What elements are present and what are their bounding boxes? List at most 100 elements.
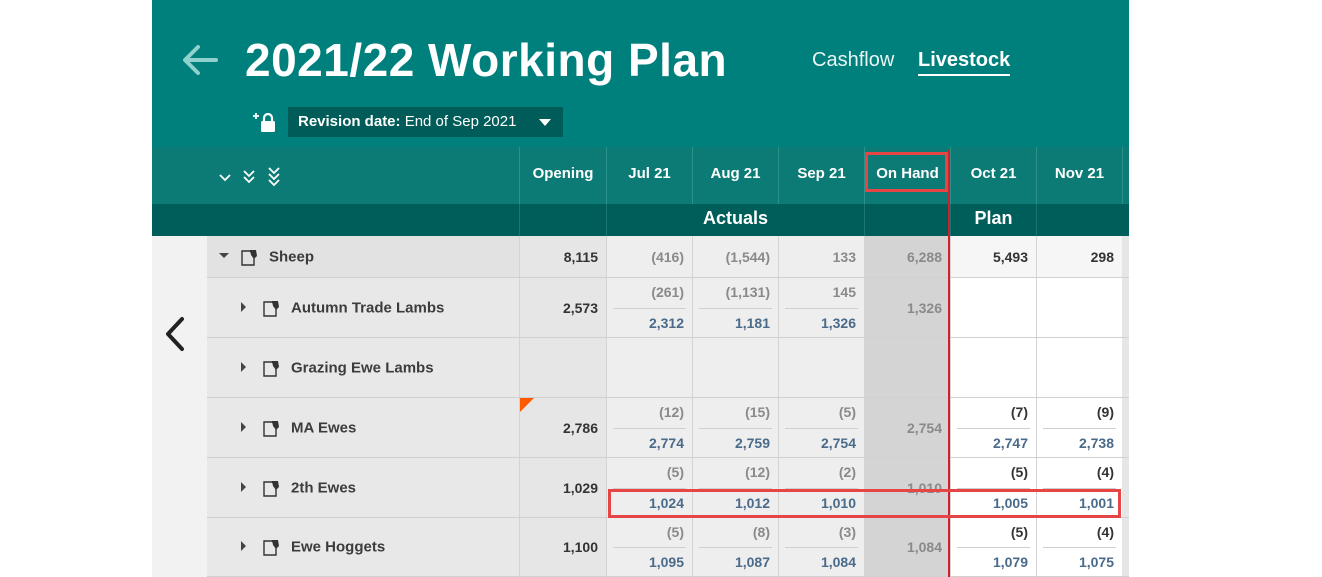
left-gutter xyxy=(152,236,207,577)
cell-divider xyxy=(957,427,1030,429)
triple-chevron-down-icon xyxy=(268,167,280,187)
cell-value: 2,573 xyxy=(562,299,598,316)
cell-oct[interactable]: 5,493 xyxy=(950,236,1036,277)
double-chevron-down-icon xyxy=(243,170,255,184)
add-lock-icon[interactable] xyxy=(250,110,280,134)
collapsed-caret-icon[interactable] xyxy=(241,481,246,492)
cell-change-value: (8) xyxy=(752,524,770,540)
nav-livestock[interactable]: Livestock xyxy=(918,49,1011,76)
table-row[interactable]: Autumn Trade Lambs 2,573 (261) 2,312 (1,131)… xyxy=(207,278,1129,338)
row-label: Sheep xyxy=(269,248,315,265)
cell-nov[interactable] xyxy=(1036,278,1122,337)
cell-change-value: (1,131) xyxy=(725,284,770,300)
row-name-cell[interactable]: MA Ewes xyxy=(207,398,519,457)
cell-change-value: (4) xyxy=(1096,524,1114,540)
cell-change-value: (12) xyxy=(745,464,770,480)
col-opening[interactable]: Opening xyxy=(519,147,606,204)
cell-oct[interactable]: (7) 2,747 xyxy=(950,398,1036,457)
cell-balance-value: 1,095 xyxy=(648,554,684,570)
cell-opening: 8,115 xyxy=(519,236,606,277)
expanded-caret-icon[interactable] xyxy=(219,252,229,258)
livestock-doc-icon xyxy=(241,249,257,266)
cell-change-value: (4) xyxy=(1096,464,1114,480)
nav-cashflow[interactable]: Cashflow xyxy=(812,49,894,72)
cell-aug xyxy=(692,338,778,397)
chevron-down-icon xyxy=(219,174,231,182)
cell-nov[interactable]: (4) 1,075 xyxy=(1036,518,1122,576)
cell-jul: (5) 1,095 xyxy=(606,518,692,576)
table-row[interactable]: Grazing Ewe Lambs xyxy=(207,338,1129,398)
scroll-left-chevron-icon[interactable] xyxy=(162,316,188,352)
cell-divider xyxy=(785,547,858,548)
cell-divider xyxy=(613,307,686,309)
cell-aug: (1,131) 1,181 xyxy=(692,278,778,337)
cell-divider xyxy=(699,547,772,548)
cell-divider xyxy=(785,427,858,429)
group-onhand-spacer xyxy=(864,204,950,236)
group-spacer xyxy=(519,204,606,236)
row-name-cell[interactable]: 2th Ewes xyxy=(207,458,519,517)
col-nov-21[interactable]: Nov 21 xyxy=(1036,147,1122,204)
cell-divider xyxy=(699,307,772,309)
cell-balance-value: 2,774 xyxy=(648,435,684,451)
cell-change-value: (5) xyxy=(666,524,684,540)
cell-balance-value: 1,079 xyxy=(992,554,1028,570)
cell-change-value: 145 xyxy=(832,284,856,300)
revision-label: Revision date: xyxy=(298,113,401,130)
livestock-doc-icon xyxy=(263,480,279,497)
row-label: Grazing Ewe Lambs xyxy=(291,359,434,376)
collapse-controls[interactable] xyxy=(218,167,288,189)
table-row[interactable]: MA Ewes 2,786 (12) 2,774 (15) 2,759 (5) 2,754 2,… xyxy=(207,398,1129,458)
cell-aug: (1,544) xyxy=(692,236,778,277)
cell-nov[interactable]: (9) 2,738 xyxy=(1036,398,1122,457)
cell-value: 1,100 xyxy=(562,539,598,555)
cell-divider xyxy=(957,547,1030,548)
collapsed-caret-icon[interactable] xyxy=(241,361,246,372)
table-row[interactable]: Sheep 8,115 (416) (1,544) 133 6,288 5,493 298 xyxy=(207,236,1129,278)
cell-oct[interactable]: (5) 1,079 xyxy=(950,518,1036,576)
row-label: Ewe Hoggets xyxy=(291,538,386,556)
group-plan: Plan xyxy=(950,204,1036,236)
col-aug-21[interactable]: Aug 21 xyxy=(692,147,778,204)
highlight-on-hand xyxy=(865,152,948,192)
col-overflow xyxy=(1122,147,1129,204)
cell-oct[interactable] xyxy=(950,278,1036,337)
cell-change-value: (261) xyxy=(651,284,684,300)
row-name-cell[interactable]: Sheep xyxy=(207,236,519,277)
cell-value: 8,115 xyxy=(563,248,598,265)
col-sep-21[interactable]: Sep 21 xyxy=(778,147,864,204)
cell-value: 1,029 xyxy=(562,479,598,496)
col-jul-21[interactable]: Jul 21 xyxy=(606,147,692,204)
cell-opening xyxy=(519,338,606,397)
back-arrow-icon[interactable] xyxy=(180,40,220,80)
collapsed-caret-icon[interactable] xyxy=(241,541,246,551)
cell-value: 133 xyxy=(832,248,856,265)
cell-onhand: 1,084 xyxy=(864,518,950,576)
cell-divider xyxy=(785,307,858,309)
page-title: 2021/22 Working Plan xyxy=(245,34,728,86)
table-row[interactable]: Ewe Hoggets 1,100 (5) 1,095 (8) 1,087 (3) 1,084… xyxy=(207,518,1129,577)
cell-balance-value: 1,181 xyxy=(734,315,770,331)
cell-value: 2,754 xyxy=(906,419,942,436)
row-name-cell[interactable]: Autumn Trade Lambs xyxy=(207,278,519,337)
livestock-doc-icon xyxy=(263,360,279,377)
cell-change-value: (5) xyxy=(1010,464,1028,480)
row-name-cell[interactable]: Ewe Hoggets xyxy=(207,518,519,576)
row-name-cell[interactable]: Grazing Ewe Lambs xyxy=(207,338,519,397)
cell-nov[interactable]: 298 xyxy=(1036,236,1122,277)
collapsed-caret-icon[interactable] xyxy=(241,421,246,432)
cell-nov[interactable] xyxy=(1036,338,1122,397)
cell-oct[interactable] xyxy=(950,338,1036,397)
col-oct-21[interactable]: Oct 21 xyxy=(950,147,1036,204)
note-flag-icon[interactable] xyxy=(520,398,534,412)
collapsed-caret-icon[interactable] xyxy=(241,301,246,312)
cell-opening: 1,100 xyxy=(519,518,606,576)
cell-change-value: (3) xyxy=(838,524,856,540)
cell-divider xyxy=(613,547,686,548)
row-label: MA Ewes xyxy=(291,419,357,436)
cell-balance-value: 1,326 xyxy=(820,315,856,331)
cell-value: 298 xyxy=(1090,248,1114,265)
revision-date-dropdown[interactable]: Revision date: End of Sep 2021 xyxy=(288,107,563,137)
cell-opening: 2,573 xyxy=(519,278,606,337)
livestock-doc-icon xyxy=(263,420,279,437)
